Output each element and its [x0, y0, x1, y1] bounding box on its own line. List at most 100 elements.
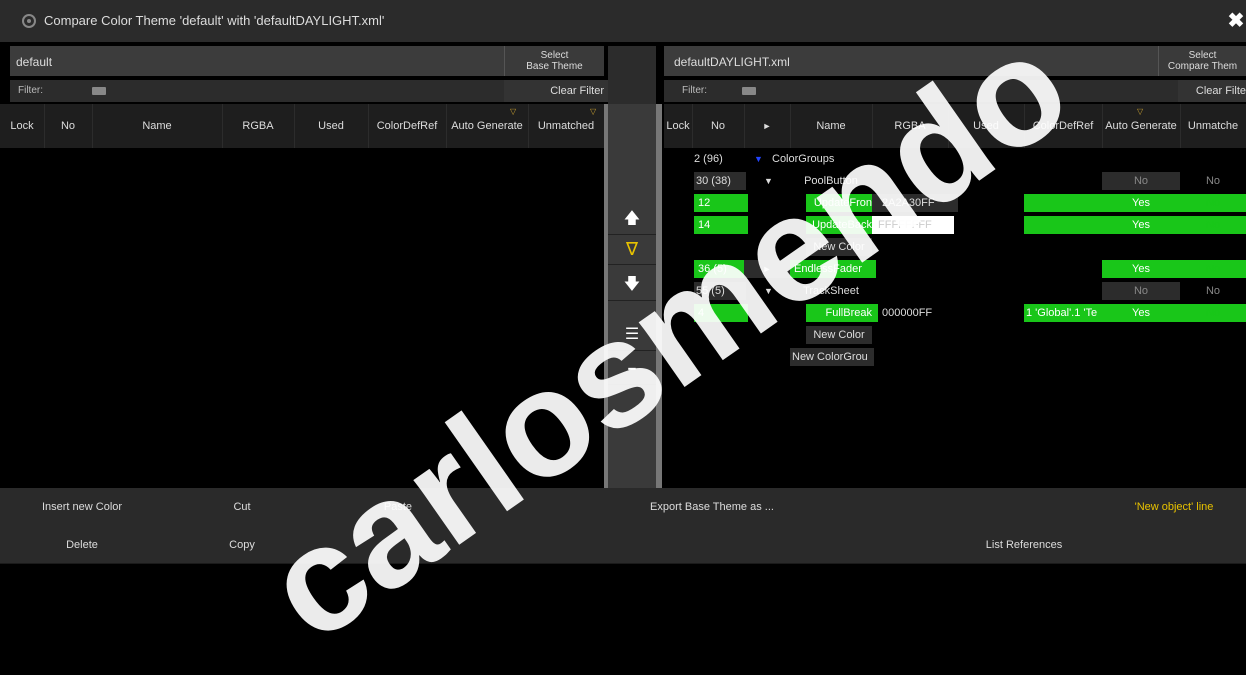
col-colordefref[interactable]: ColorDefRef	[1024, 104, 1103, 148]
delete-button[interactable]: Delete	[0, 526, 165, 564]
new-color-button[interactable]: New Color	[806, 238, 872, 256]
col-rgba[interactable]: RGBA	[872, 104, 949, 148]
col-no[interactable]: No	[692, 104, 745, 148]
row-auto-generate[interactable]: No	[1102, 172, 1180, 190]
select-button-line1: Select	[1188, 50, 1217, 61]
filter-indicator-icon: ▽	[1137, 107, 1144, 116]
row-name[interactable]: TrackSheet	[790, 282, 872, 300]
row-name[interactable]: UpdateBack	[806, 216, 874, 234]
clear-filter-button[interactable]: Clear Filte	[1178, 80, 1246, 102]
row-no: 12	[694, 194, 748, 212]
row-colordefref[interactable]: 1 'Global'.1 'Te	[1024, 304, 1104, 322]
collapse-icon[interactable]: ▼	[764, 282, 776, 300]
row-unmatched: No	[1180, 304, 1246, 322]
row-rgba[interactable]: 000000FF	[872, 304, 958, 322]
row-name[interactable]: FullBreak	[806, 304, 878, 322]
filter-label: Filter:	[18, 85, 43, 96]
row-name[interactable]: PoolButton	[790, 172, 872, 190]
left-panel-header: default Select Base Theme	[10, 46, 604, 76]
col-lock[interactable]: Lock	[664, 104, 693, 148]
row-name[interactable]: ColorGroups	[772, 150, 872, 168]
col-unmatched[interactable]: Unmatche	[1180, 104, 1246, 148]
new-color-group-button[interactable]: New ColorGrou	[790, 348, 874, 366]
row-auto-generate[interactable]: Yes	[1102, 260, 1180, 278]
left-table-body[interactable]	[0, 148, 604, 488]
select-base-theme-button[interactable]: Select Base Theme	[504, 46, 604, 76]
row-no: 36 (5)	[694, 260, 748, 278]
row-unmatched: No	[1180, 260, 1246, 278]
row-unmatched: No	[1180, 216, 1246, 234]
row-no: 2 (96)	[694, 153, 723, 165]
row-name[interactable]: UpdateFron	[806, 194, 874, 212]
clear-filter-button[interactable]: Clear Filter	[504, 80, 608, 102]
row-auto-generate[interactable]: Yes	[1102, 194, 1180, 212]
col-rgba[interactable]: RGBA	[222, 104, 295, 148]
middle-header-spacer	[608, 46, 656, 104]
col-name[interactable]: Name	[92, 104, 223, 148]
right-scrollbar[interactable]	[656, 104, 662, 488]
left-table-header: Lock No Name RGBA Used ColorDefRef Auto …	[0, 104, 605, 148]
col-used[interactable]: Used	[948, 104, 1025, 148]
col-used[interactable]: Used	[294, 104, 369, 148]
new-color-button[interactable]: New Color	[806, 326, 872, 344]
col-name[interactable]: Name	[790, 104, 873, 148]
select-button-line2: Base Theme	[526, 61, 583, 72]
col-colordefref[interactable]: ColorDefRef	[368, 104, 447, 148]
base-theme-name: default	[16, 55, 53, 69]
right-panel-header: defaultDAYLIGHT.xml Select Compare Them	[664, 46, 1246, 76]
expand-icon[interactable]: ►	[744, 260, 790, 278]
paste-button[interactable]: Paste	[320, 488, 477, 527]
title-bar: Compare Color Theme 'default' with 'defa…	[0, 0, 1246, 42]
filter-icon[interactable]: ∇	[608, 234, 656, 265]
cut-button[interactable]: Cut	[164, 488, 321, 527]
new-object-line-button[interactable]: 'New object' line	[1102, 488, 1246, 527]
collapse-icon[interactable]: ▼	[754, 150, 766, 168]
minus-icon[interactable]: ━	[608, 354, 656, 385]
collapse-icon[interactable]: ▼	[764, 172, 776, 190]
keyboard-icon[interactable]	[742, 87, 756, 95]
row-no: 55 (5)	[694, 282, 746, 300]
row-colordefref[interactable]	[1024, 194, 1102, 212]
select-button-line2: Compare Them	[1167, 61, 1238, 72]
row-name[interactable]: EndlessFader	[790, 260, 876, 278]
row-no: 4	[694, 304, 748, 322]
filter-indicator-icon: ▽	[590, 107, 597, 116]
middle-controls: 🡅 ∇ 🡇 ☰ ━	[608, 104, 656, 488]
col-expand[interactable]: ►	[744, 104, 791, 148]
row-auto-generate[interactable]: Yes	[1102, 304, 1180, 322]
move-down-icon[interactable]: 🡇	[608, 270, 656, 301]
row-no: 14	[694, 216, 748, 234]
empty-button[interactable]	[320, 526, 635, 564]
row-auto-generate[interactable]: Yes	[1102, 216, 1180, 234]
row-unmatched: No	[1205, 285, 1221, 297]
list-references-button[interactable]: List References	[946, 526, 1103, 564]
right-table-body[interactable]: 2 (96) ▼ ColorGroups 30 (38) ▼ PoolButto…	[664, 148, 1246, 488]
col-auto-generate[interactable]: Auto Generate	[446, 104, 529, 148]
select-button-line1: Select	[540, 50, 569, 61]
row-rgba[interactable]: 2A2A30FF	[872, 194, 958, 212]
right-filter-row: Filter: Clear Filte	[664, 80, 1246, 102]
row-colordefref[interactable]	[1024, 216, 1102, 234]
col-lock[interactable]: Lock	[0, 104, 45, 148]
export-base-theme-button[interactable]: Export Base Theme as ...	[634, 488, 791, 527]
settings-icon[interactable]	[22, 14, 36, 28]
insert-new-color-button[interactable]: Insert new Color	[0, 488, 165, 527]
empty-button[interactable]	[1102, 526, 1246, 564]
copy-button[interactable]: Copy	[164, 526, 321, 564]
row-rgba[interactable]: FFFFFFFF	[872, 216, 954, 234]
row-unmatched: No	[1205, 175, 1221, 187]
empty-button[interactable]	[634, 526, 947, 564]
select-compare-theme-button[interactable]: Select Compare Them	[1158, 46, 1246, 76]
keyboard-icon[interactable]	[92, 87, 106, 95]
row-auto-generate[interactable]: No	[1102, 282, 1180, 300]
row-no: 30 (38)	[694, 172, 746, 190]
close-icon[interactable]: ✖	[1226, 10, 1246, 32]
list-icon[interactable]: ☰	[608, 320, 656, 351]
compare-theme-name: defaultDAYLIGHT.xml	[674, 55, 790, 69]
left-filter-row: Filter: Clear Filter	[10, 80, 608, 102]
move-up-icon[interactable]: 🡅	[608, 204, 656, 235]
empty-button[interactable]	[476, 488, 635, 527]
col-no[interactable]: No	[44, 104, 93, 148]
empty-button[interactable]	[790, 488, 1103, 527]
right-table-header: Lock No ► Name RGBA Used ColorDefRef Aut…	[664, 104, 1246, 148]
